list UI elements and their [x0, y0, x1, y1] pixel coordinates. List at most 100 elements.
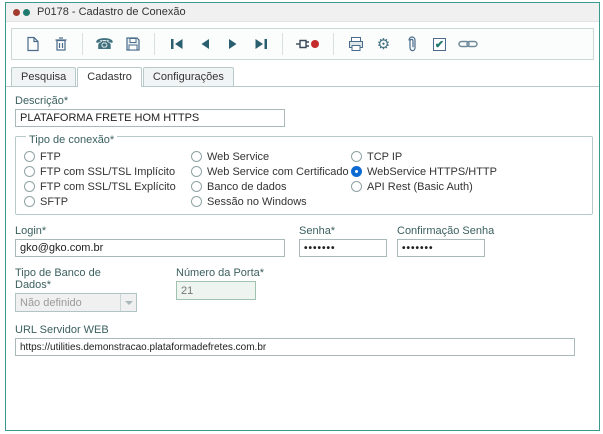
- save-button[interactable]: [120, 32, 145, 57]
- descricao-field-group: Descrição*: [15, 95, 285, 127]
- titlebar-dot-red-icon: [13, 8, 20, 16]
- radio-ftp[interactable]: FTP: [24, 150, 191, 163]
- save-icon: [125, 37, 140, 51]
- confirm-button[interactable]: ✔: [427, 32, 452, 57]
- radio-column-2: Web Service Web Service com Certificado …: [191, 150, 351, 208]
- banco-porta-row: Tipo de Banco de Dados* Não definido Núm…: [15, 267, 590, 312]
- next-record-button[interactable]: [220, 32, 245, 57]
- radio-label: Web Service: [207, 150, 270, 163]
- print-icon: [348, 37, 363, 51]
- toolbar: ☎ ⚙ ✔: [11, 28, 594, 60]
- senha-input[interactable]: [299, 239, 387, 257]
- porta-field-group: Número da Porta*: [176, 267, 266, 312]
- tipo-banco-select: Não definido: [15, 293, 137, 312]
- checked-checkbox-icon: ✔: [433, 37, 446, 51]
- url-row: URL Servidor WEB: [15, 324, 590, 356]
- toolbar-separator: [82, 33, 83, 55]
- gear-icon: ⚙: [376, 35, 391, 53]
- phone-button[interactable]: ☎: [92, 32, 117, 57]
- trash-icon: [55, 37, 66, 51]
- senha-field-group: Senha*: [299, 225, 387, 257]
- tipo-conexao-group: Tipo de conexão* FTP FTP com SSL/TSL Imp…: [15, 134, 593, 215]
- title-bar: P0178 - Cadastro de Conexão: [6, 3, 599, 22]
- new-button[interactable]: [20, 32, 45, 57]
- radio-web-service[interactable]: Web Service: [191, 150, 351, 163]
- radio-label: TCP IP: [367, 150, 403, 163]
- settings-button[interactable]: ⚙: [371, 32, 396, 57]
- delete-button[interactable]: [48, 32, 73, 57]
- radio-icon: [351, 151, 362, 162]
- radio-ftp-ssl-implicito[interactable]: FTP com SSL/TSL Implícito: [24, 165, 191, 178]
- tab-content-cadastro: Descrição* Tipo de conexão* FTP FTP com …: [6, 86, 599, 430]
- login-field-group: Login*: [15, 225, 285, 257]
- porta-input: [176, 281, 256, 300]
- confirmacao-senha-label: Confirmação Senha: [397, 225, 495, 237]
- chain-link-icon: [457, 40, 478, 48]
- radio-icon: [24, 196, 35, 207]
- radio-label: Sessão no Windows: [207, 195, 307, 208]
- tab-pesquisa[interactable]: Pesquisa: [11, 67, 77, 86]
- link-button[interactable]: [455, 32, 480, 57]
- confirmacao-senha-input[interactable]: [397, 239, 485, 257]
- radio-ftp-ssl-explicito[interactable]: FTP com SSL/TSL Explícito: [24, 180, 191, 193]
- radio-api-rest[interactable]: API Rest (Basic Auth): [351, 180, 584, 193]
- last-record-icon: [255, 39, 267, 49]
- titlebar-dot-teal-icon: [23, 8, 30, 16]
- descricao-label: Descrição*: [15, 95, 69, 107]
- radio-label: SFTP: [40, 195, 69, 208]
- radio-tcp-ip[interactable]: TCP IP: [351, 150, 584, 163]
- senha-label: Senha*: [299, 225, 336, 237]
- radio-icon: [351, 181, 362, 192]
- radio-label: Banco de dados: [207, 180, 287, 193]
- previous-record-icon: [201, 39, 209, 49]
- radio-icon: [24, 166, 35, 177]
- last-record-button[interactable]: [248, 32, 273, 57]
- next-record-icon: [228, 39, 236, 49]
- new-document-icon: [26, 36, 39, 52]
- radio-sessao-windows[interactable]: Sessão no Windows: [191, 195, 351, 208]
- previous-record-button[interactable]: [192, 32, 217, 57]
- tipo-banco-field-group: Tipo de Banco de Dados* Não definido: [15, 267, 137, 312]
- radio-icon: [191, 151, 202, 162]
- radio-banco-de-dados[interactable]: Banco de dados: [191, 180, 351, 193]
- radio-label: FTP com SSL/TSL Implícito: [40, 165, 176, 178]
- confirmacao-senha-field-group: Confirmação Senha: [397, 225, 507, 257]
- connection-plug-icon: [296, 39, 319, 49]
- login-input[interactable]: [15, 239, 285, 257]
- radio-sftp[interactable]: SFTP: [24, 195, 191, 208]
- tab-configuracoes[interactable]: Configurações: [142, 67, 234, 86]
- tab-strip: Pesquisa Cadastro Configurações: [11, 67, 599, 87]
- radio-label: Web Service com Certificado: [207, 165, 349, 178]
- tipo-banco-value: Não definido: [20, 296, 82, 309]
- toolbar-separator: [154, 33, 155, 55]
- radio-label: FTP com SSL/TSL Explícito: [40, 180, 176, 193]
- radio-icon: [351, 166, 362, 177]
- porta-label: Número da Porta*: [176, 267, 265, 279]
- radio-icon: [191, 166, 202, 177]
- connection-status-button[interactable]: [292, 32, 324, 57]
- url-input[interactable]: [15, 338, 575, 356]
- phone-icon: ☎: [95, 35, 114, 53]
- radio-icon: [24, 181, 35, 192]
- descricao-input[interactable]: [15, 109, 285, 127]
- radio-icon: [191, 181, 202, 192]
- radio-webservice-https-http[interactable]: WebService HTTPS/HTTP: [351, 165, 584, 178]
- toolbar-separator: [333, 33, 334, 55]
- radio-label: FTP: [40, 150, 61, 163]
- app-window: P0178 - Cadastro de Conexão ☎ ⚙ ✔ Pesqui…: [5, 2, 600, 431]
- radio-icon: [24, 151, 35, 162]
- tab-cadastro[interactable]: Cadastro: [77, 67, 142, 87]
- attachments-button[interactable]: [399, 32, 424, 57]
- radio-icon: [191, 196, 202, 207]
- dropdown-button: [120, 294, 136, 311]
- url-label: URL Servidor WEB: [15, 324, 109, 336]
- radio-web-service-certificado[interactable]: Web Service com Certificado: [191, 165, 351, 178]
- radio-columns: FTP FTP com SSL/TSL Implícito FTP com SS…: [24, 150, 584, 208]
- first-record-icon: [170, 39, 182, 49]
- chevron-down-icon: [124, 300, 133, 305]
- login-label: Login*: [15, 225, 47, 237]
- print-button[interactable]: [343, 32, 368, 57]
- url-field-group: URL Servidor WEB: [15, 324, 575, 356]
- first-record-button[interactable]: [164, 32, 189, 57]
- radio-column-3: TCP IP WebService HTTPS/HTTP API Rest (B…: [351, 150, 584, 208]
